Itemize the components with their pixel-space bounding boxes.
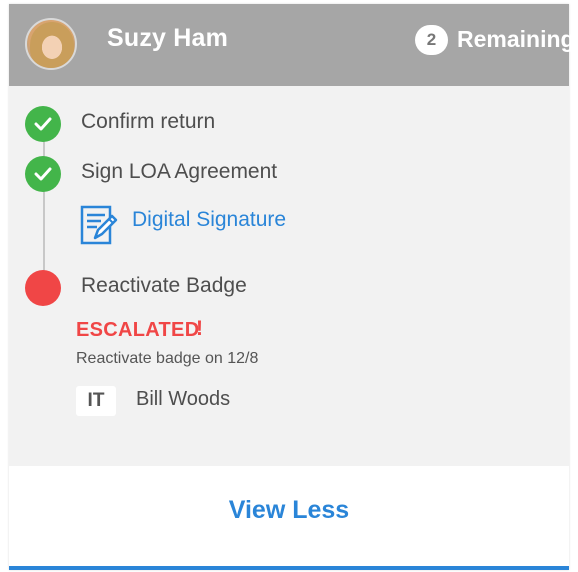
remaining-label: Remaining (457, 26, 575, 52)
view-less-button[interactable]: View Less (9, 496, 569, 525)
assignee-name[interactable]: Bill Woods (136, 388, 230, 411)
task-card: Suzy Ham 2 Remaining Confirm return Sign… (9, 4, 575, 570)
check-icon (25, 106, 61, 142)
footer-accent-bar (9, 566, 569, 570)
signature-doc-icon[interactable] (79, 205, 119, 247)
department-badge: IT (76, 386, 116, 416)
exclamation-icon: ! (196, 317, 203, 340)
user-name: Suzy Ham (107, 24, 229, 52)
remaining-count-badge: 2 (415, 25, 448, 55)
card-header: Suzy Ham 2 Remaining (9, 4, 575, 86)
step-confirm-return: Confirm return (81, 110, 216, 133)
check-icon (25, 156, 61, 192)
digital-signature-link[interactable]: Digital Signature (132, 208, 286, 232)
escalated-status-icon (25, 270, 61, 306)
escalation-detail: Reactivate badge on 12/8 (76, 350, 259, 367)
step-sign-loa: Sign LOA Agreement (81, 160, 278, 183)
step-reactivate-badge: Reactivate Badge (81, 274, 247, 297)
escalated-label: ESCALATED (76, 319, 200, 341)
avatar[interactable] (25, 18, 77, 70)
